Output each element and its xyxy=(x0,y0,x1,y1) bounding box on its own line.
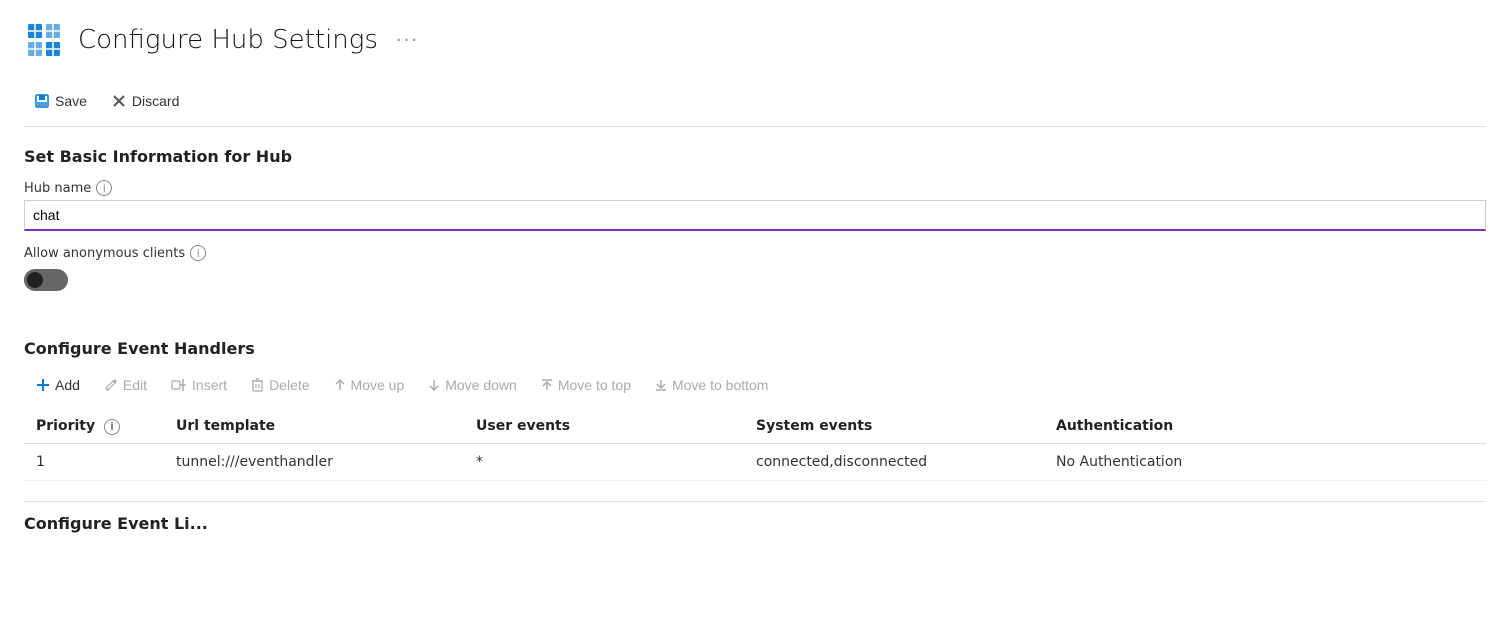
bottom-section-partial: Configure Event Li... xyxy=(24,501,1486,533)
app-icon xyxy=(24,20,64,60)
row-user-events: * xyxy=(464,443,744,480)
trash-icon xyxy=(251,378,264,392)
arrow-to-top-icon xyxy=(541,378,553,392)
row-auth: No Authentication xyxy=(1044,443,1486,480)
more-menu-icon[interactable]: ··· xyxy=(396,30,419,51)
priority-info-icon[interactable]: i xyxy=(104,419,120,435)
allow-anonymous-info-icon[interactable]: i xyxy=(190,245,206,261)
allow-anonymous-toggle[interactable] xyxy=(24,269,68,291)
move-to-top-button[interactable]: Move to top xyxy=(529,372,643,398)
bottom-section-title: Configure Event Li... xyxy=(24,514,1486,533)
col-url-header: Url template xyxy=(164,410,464,443)
col-auth-header: Authentication xyxy=(1044,410,1486,443)
pencil-icon xyxy=(104,378,118,392)
hub-name-input[interactable] xyxy=(24,200,1486,231)
event-handlers-title: Configure Event Handlers xyxy=(24,339,1486,358)
move-down-button[interactable]: Move down xyxy=(416,372,529,398)
move-up-button[interactable]: Move up xyxy=(322,372,417,398)
add-button[interactable]: Add xyxy=(24,372,92,398)
plus-icon xyxy=(36,378,50,392)
toggle-slider xyxy=(24,269,68,291)
arrow-down-icon xyxy=(428,378,440,392)
insert-button[interactable]: Insert xyxy=(159,372,239,398)
discard-button[interactable]: Discard xyxy=(101,88,189,114)
col-priority-header: Priority i xyxy=(24,410,164,443)
save-button[interactable]: Save xyxy=(24,88,97,114)
discard-label: Discard xyxy=(132,93,179,109)
event-handlers-section: Configure Event Handlers Add Edit xyxy=(24,339,1486,481)
save-label: Save xyxy=(55,93,87,109)
table-header-row: Priority i Url template User events Syst… xyxy=(24,410,1486,443)
row-url: tunnel:///eventhandler xyxy=(164,443,464,480)
main-toolbar: Save Discard xyxy=(24,80,1486,127)
table-row: 1 tunnel:///eventhandler * connected,dis… xyxy=(24,443,1486,480)
row-priority: 1 xyxy=(24,443,164,480)
page-title: Configure Hub Settings xyxy=(78,25,378,55)
save-icon xyxy=(34,93,50,109)
page-header: Configure Hub Settings ··· xyxy=(24,20,1486,60)
event-handlers-toolbar: Add Edit Insert xyxy=(24,372,1486,398)
arrow-to-bottom-icon xyxy=(655,378,667,392)
edit-button[interactable]: Edit xyxy=(92,372,159,398)
col-user-events-header: User events xyxy=(464,410,744,443)
arrow-up-icon xyxy=(334,378,346,392)
hub-name-label: Hub name i xyxy=(24,180,1486,196)
col-system-events-header: System events xyxy=(744,410,1044,443)
hub-name-info-icon[interactable]: i xyxy=(96,180,112,196)
insert-icon xyxy=(171,378,187,392)
event-handlers-table: Priority i Url template User events Syst… xyxy=(24,410,1486,481)
move-to-bottom-button[interactable]: Move to bottom xyxy=(643,372,781,398)
basic-info-title: Set Basic Information for Hub xyxy=(24,147,1486,166)
delete-button[interactable]: Delete xyxy=(239,372,321,398)
allow-anonymous-label: Allow anonymous clients i xyxy=(24,245,1486,261)
discard-icon xyxy=(111,93,127,109)
basic-info-section: Set Basic Information for Hub Hub name i… xyxy=(24,147,1486,315)
row-system-events: connected,disconnected xyxy=(744,443,1044,480)
